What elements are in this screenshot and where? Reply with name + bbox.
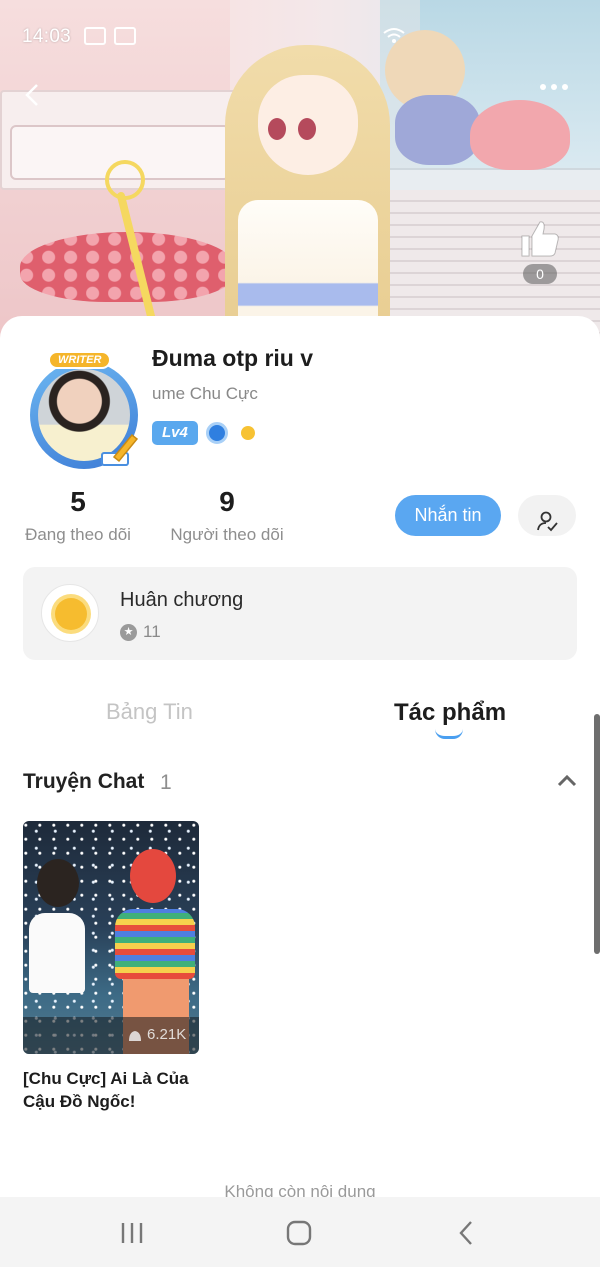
verified-icon[interactable]	[205, 422, 228, 444]
followers-count: 9	[219, 486, 235, 517]
medal-icon	[41, 584, 99, 642]
tab-news[interactable]: Bảng Tin	[106, 699, 193, 725]
writer-badge: WRITER	[48, 351, 112, 369]
cover-figure-head	[130, 849, 176, 903]
tab-works[interactable]: Tác phẩm	[394, 699, 506, 727]
pen-icon	[101, 433, 139, 466]
banner-teddy-body	[395, 95, 480, 165]
banner-wand-top	[105, 160, 145, 200]
status-icons	[84, 27, 136, 45]
banner-stool	[20, 232, 235, 302]
following-label: Đang theo dõi	[25, 525, 131, 544]
medal-count: 11	[143, 622, 161, 641]
profile-subtitle: ume Chu Cực	[152, 384, 258, 403]
star-icon: ★	[120, 623, 137, 641]
thumbs-up-icon	[521, 221, 559, 257]
banner-character-eye	[298, 118, 316, 140]
work-card-cover[interactable]	[23, 821, 199, 1054]
home-icon[interactable]	[279, 1219, 319, 1247]
avatar[interactable]: WRITER	[26, 351, 144, 469]
work-views: 6.21K	[127, 1026, 186, 1043]
youtube-icon	[114, 27, 136, 45]
chevron-up-icon[interactable]	[556, 772, 578, 790]
like-button[interactable]: 0	[516, 218, 564, 284]
profile-banner: 14:03 0	[0, 0, 600, 350]
profile-badges: Lv4	[152, 421, 255, 445]
recents-icon[interactable]	[112, 1219, 152, 1247]
profile-sheet: WRITER Đuma otp riu v ume Chu Cực Lv4 5 …	[0, 316, 600, 1267]
more-icon[interactable]	[540, 84, 568, 90]
cover-figure-head	[37, 859, 79, 907]
message-button[interactable]: Nhắn tin	[395, 495, 501, 536]
banner-window-ledge	[380, 168, 600, 190]
medal-title: Huân chương	[120, 589, 244, 611]
scrollbar[interactable]	[594, 714, 600, 954]
cover-figure-body	[29, 913, 85, 993]
banner-heart-pillow	[470, 100, 570, 170]
status-time: 14:03	[22, 26, 72, 47]
following-count: 5	[70, 486, 86, 517]
follow-button[interactable]	[518, 495, 576, 536]
followers-label: Người theo dõi	[170, 525, 284, 544]
tab-active-indicator	[435, 729, 463, 739]
cover-figure-body	[115, 909, 195, 979]
banner-character-eye	[268, 118, 286, 140]
system-nav-bar	[0, 1197, 600, 1267]
back-icon[interactable]	[22, 82, 48, 108]
user-follow-icon	[537, 511, 558, 531]
video-call-icon	[84, 27, 106, 45]
profile-name: Đuma otp riu v	[152, 345, 314, 371]
wifi-icon	[382, 27, 406, 50]
section-title: Truyện Chat	[23, 770, 145, 793]
level-badge[interactable]: Lv4	[152, 421, 198, 445]
medal-count-row: ★ 11	[120, 622, 161, 642]
following-stat[interactable]: 5 Đang theo dõi	[22, 486, 134, 545]
work-title[interactable]: [Chu Cực] Ai Là Của Cậu Đồ Ngốc!	[23, 1067, 213, 1113]
like-count: 0	[523, 264, 557, 284]
views-icon	[129, 1030, 141, 1041]
followers-stat[interactable]: 9 Người theo dõi	[168, 486, 286, 545]
medal-card[interactable]: Huân chương ★ 11	[23, 567, 577, 660]
nav-back-icon[interactable]	[447, 1219, 487, 1247]
section-count: 1	[160, 771, 172, 794]
coin-icon[interactable]	[240, 426, 255, 440]
work-views-count: 6.21K	[147, 1026, 187, 1043]
